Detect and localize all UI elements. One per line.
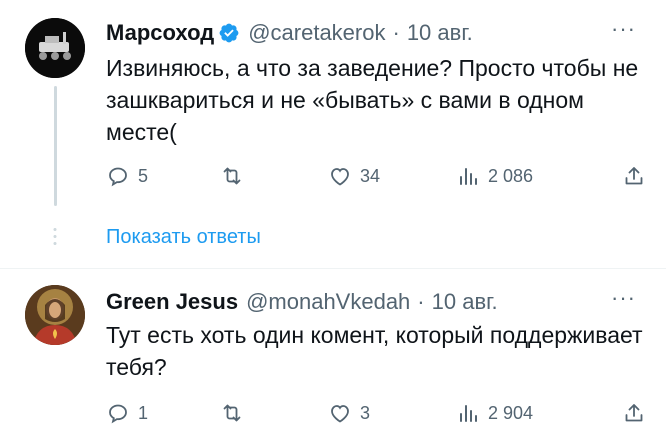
- like-icon: [331, 168, 349, 186]
- reply-icon: [109, 404, 127, 424]
- tweet-text: Извиняюсь, а что за заведение? Просто чт…: [106, 55, 639, 145]
- avatar[interactable]: [25, 285, 85, 345]
- reply-count: 1: [138, 402, 149, 423]
- retweet-icon: [223, 167, 241, 185]
- show-replies-link[interactable]: Показать ответы: [106, 226, 261, 249]
- tweet-text: Тут есть хоть один комент, который подде…: [106, 322, 643, 380]
- share-button[interactable]: [622, 164, 646, 188]
- tweet-date[interactable]: 10 авг.: [432, 289, 498, 315]
- views-icon: [460, 168, 477, 185]
- tweet[interactable]: Green Jesus @monahVkedah · 10 авг. ··· Т…: [0, 268, 666, 435]
- views-button[interactable]: 2 086: [456, 164, 533, 188]
- tweet-header: Green Jesus @monahVkedah · 10 авг.: [106, 289, 498, 315]
- tweet[interactable]: Марсоход @caretakerok · 10 авг. ··· Изви…: [0, 0, 666, 268]
- reply-icon: [109, 167, 127, 187]
- like-icon: [331, 405, 349, 423]
- views-count: 2 086: [488, 165, 534, 186]
- share-icon: [625, 404, 643, 422]
- views-icon: [460, 405, 477, 422]
- tweet-actions: 5 34 2 086: [106, 164, 646, 194]
- share-button[interactable]: [622, 401, 646, 425]
- thread-dots: [53, 226, 57, 248]
- reply-button[interactable]: 1: [106, 401, 148, 425]
- views-button[interactable]: 2 904: [456, 401, 533, 425]
- retweet-button[interactable]: [220, 164, 252, 188]
- more-icon[interactable]: ···: [611, 16, 636, 42]
- display-name[interactable]: Марсоход: [106, 20, 214, 46]
- handle[interactable]: @caretakerok: [248, 20, 385, 46]
- separator: ·: [392, 20, 400, 45]
- reply-count: 5: [138, 165, 149, 186]
- verified-icon: [218, 22, 240, 44]
- handle[interactable]: @monahVkedah: [246, 289, 410, 315]
- more-icon[interactable]: ···: [611, 285, 636, 311]
- thread-line: [54, 86, 57, 206]
- share-icon: [625, 167, 643, 185]
- display-name[interactable]: Green Jesus: [106, 289, 238, 315]
- like-button[interactable]: 3: [328, 401, 370, 425]
- views-count: 2 904: [488, 402, 534, 423]
- retweet-button[interactable]: [220, 401, 252, 425]
- tweet-header: Марсоход @caretakerok · 10 авг.: [106, 20, 473, 46]
- reply-button[interactable]: 5: [106, 164, 148, 188]
- tweet-actions: 1 3 2 904: [106, 401, 646, 431]
- like-button[interactable]: 34: [328, 164, 380, 188]
- avatar[interactable]: [25, 18, 85, 78]
- retweet-icon: [223, 404, 241, 422]
- like-count: 3: [360, 402, 371, 423]
- like-count: 34: [360, 165, 381, 186]
- tweet-date[interactable]: 10 авг.: [407, 20, 473, 46]
- separator: ·: [417, 289, 425, 314]
